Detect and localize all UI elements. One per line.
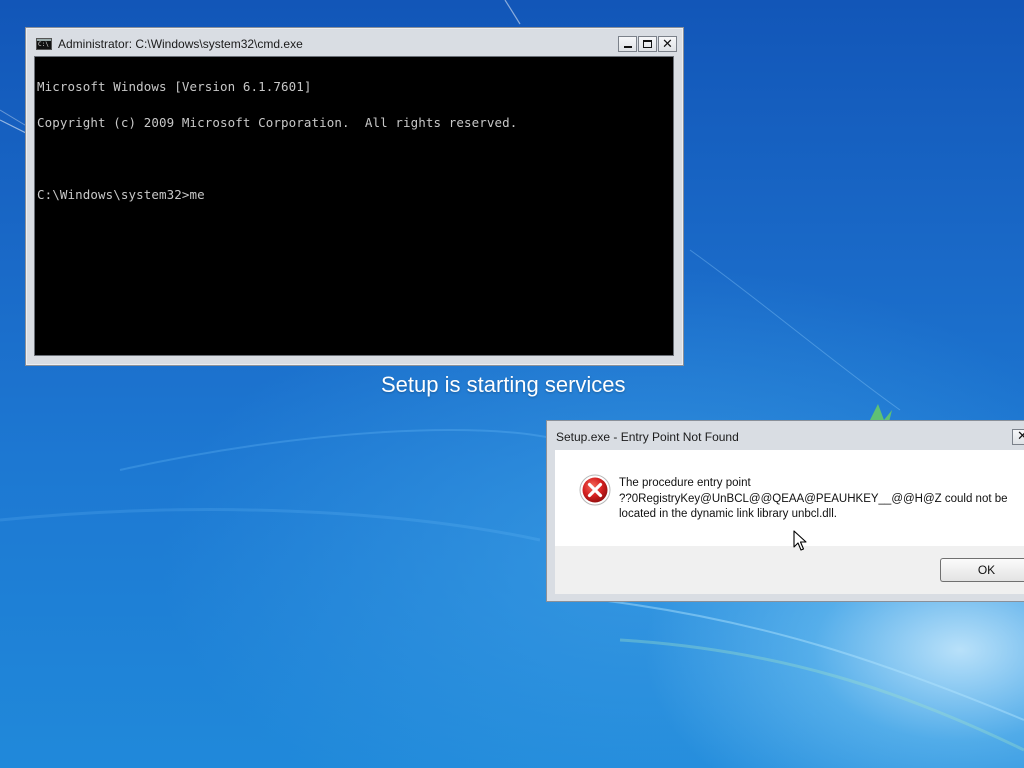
error-message: The procedure entry point ??0RegistryKey…	[619, 476, 1019, 523]
cmd-titlebar[interactable]: Administrator: C:\Windows\system32\cmd.e…	[32, 33, 677, 55]
minimize-icon	[623, 46, 632, 48]
close-button[interactable]: ✕	[658, 36, 677, 52]
close-icon: ✕	[662, 36, 673, 52]
dialog-content: The procedure entry point ??0RegistryKey…	[555, 450, 1024, 546]
error-message-line: The procedure entry point	[619, 477, 751, 489]
console-line: Copyright (c) 2009 Microsoft Corporation…	[37, 115, 518, 130]
dialog-footer: OK	[555, 546, 1024, 594]
dialog-titlebar[interactable]: Setup.exe - Entry Point Not Found ✕	[553, 425, 1024, 449]
cmd-window-title: Administrator: C:\Windows\system32\cmd.e…	[58, 37, 303, 51]
cmd-app-icon	[36, 38, 52, 50]
close-icon: ✕	[1017, 429, 1024, 444]
error-dialog[interactable]: Setup.exe - Entry Point Not Found ✕ The …	[546, 420, 1024, 602]
error-message-line: located in the dynamic link library unbc…	[619, 508, 837, 520]
mouse-pointer-icon	[793, 530, 807, 551]
console-output[interactable]: Microsoft Windows [Version 6.1.7601] Cop…	[37, 57, 517, 225]
console-line: Microsoft Windows [Version 6.1.7601]	[37, 79, 312, 94]
minimize-button[interactable]	[618, 36, 637, 52]
maximize-icon	[643, 40, 652, 48]
error-icon	[579, 474, 611, 506]
maximize-button[interactable]	[638, 36, 657, 52]
error-message-line: ??0RegistryKey@UnBCL@@QEAA@PEAUHKEY__@@H…	[619, 492, 1008, 505]
cmd-window[interactable]: Administrator: C:\Windows\system32\cmd.e…	[25, 27, 684, 366]
dialog-title: Setup.exe - Entry Point Not Found	[556, 430, 739, 444]
setup-status-text: Setup is starting services	[381, 372, 626, 397]
dialog-close-button[interactable]: ✕	[1012, 429, 1024, 445]
ok-button[interactable]: OK	[940, 558, 1024, 582]
cmd-window-controls: ✕	[618, 36, 677, 52]
console-area[interactable]: Microsoft Windows [Version 6.1.7601] Cop…	[34, 56, 674, 356]
console-prompt-line[interactable]: C:\Windows\system32>me	[37, 188, 517, 201]
